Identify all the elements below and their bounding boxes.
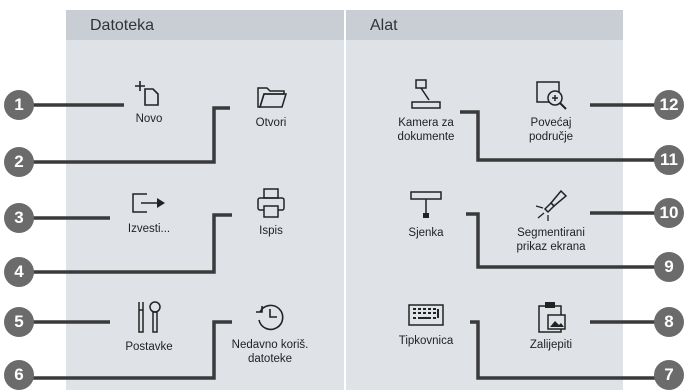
- zoom-in-icon: [536, 81, 567, 110]
- zoom-area-button[interactable]: Povećaj područje: [501, 78, 601, 144]
- callout-4: 4: [4, 257, 34, 287]
- settings-button[interactable]: Postavke: [104, 300, 194, 354]
- tools-icon: [138, 301, 161, 333]
- callout-10: 10: [654, 198, 684, 228]
- callout-5: 5: [4, 307, 34, 337]
- recent-files-button[interactable]: Nedavno koriš. datoteke: [214, 300, 326, 366]
- paste-button[interactable]: Zalijepiti: [501, 300, 601, 352]
- new-file-icon: [135, 81, 159, 106]
- file-panel-title: Datoteka: [90, 17, 155, 34]
- settings-label: Postavke: [125, 341, 173, 353]
- history-clock-icon: [256, 304, 284, 331]
- keyboard-label: Tipkovnica: [398, 335, 454, 347]
- open-label: Otvori: [255, 117, 287, 129]
- paste-icon: [538, 302, 566, 333]
- zoom-area-label: Povećaj područje: [528, 117, 574, 143]
- keyboard-icon: [408, 304, 444, 326]
- callout-12: 12: [654, 90, 684, 120]
- new-label: Novo: [135, 113, 163, 125]
- spotlight-icon: [535, 189, 568, 221]
- export-icon: [132, 193, 165, 213]
- spotlight-label: Segmentirani prikaz ekrana: [516, 227, 586, 253]
- callout-7: 7: [654, 360, 684, 390]
- tools-panel: Alat Kamera za dokumente Povećaj područj…: [346, 10, 623, 390]
- shade-label: Sjenka: [408, 227, 444, 239]
- callout-9: 9: [654, 252, 684, 282]
- paste-label: Zalijepiti: [529, 339, 573, 351]
- callout-6: 6: [4, 360, 34, 390]
- document-camera-label: Kamera za dokumente: [397, 117, 455, 143]
- print-button[interactable]: Ispis: [226, 186, 316, 238]
- recent-files-label: Nedavno koriš. datoteke: [231, 339, 309, 365]
- callout-1: 1: [4, 90, 34, 120]
- tools-panel-title: Alat: [370, 17, 398, 34]
- spotlight-button[interactable]: Segmentirani prikaz ekrana: [496, 188, 606, 254]
- open-button[interactable]: Otvori: [226, 82, 316, 130]
- export-label: Izvesti...: [127, 223, 171, 235]
- document-camera-icon: [411, 79, 441, 109]
- file-panel: Datoteka Novo Otvori Izvesti... Ispis Po…: [66, 10, 344, 390]
- shade-icon: [410, 191, 442, 218]
- callout-8: 8: [654, 307, 684, 337]
- shade-button[interactable]: Sjenka: [376, 188, 476, 240]
- document-camera-button[interactable]: Kamera za dokumente: [376, 78, 476, 144]
- tools-panel-header: Alat: [346, 10, 623, 40]
- file-panel-header: Datoteka: [66, 10, 344, 40]
- printer-icon: [257, 188, 285, 218]
- folder-icon: [257, 87, 288, 108]
- print-label: Ispis: [259, 225, 283, 237]
- callout-3: 3: [4, 203, 34, 233]
- callout-11: 11: [654, 145, 684, 175]
- export-button[interactable]: Izvesti...: [104, 188, 194, 236]
- keyboard-button[interactable]: Tipkovnica: [376, 300, 476, 348]
- callout-2: 2: [4, 147, 34, 177]
- new-button[interactable]: Novo: [104, 78, 194, 126]
